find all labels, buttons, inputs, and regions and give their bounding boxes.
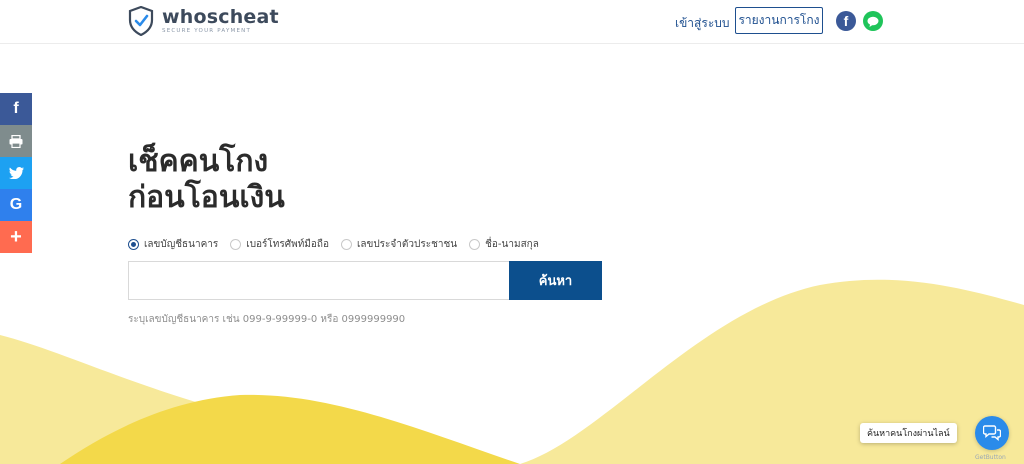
search-button[interactable]: ค้นหา — [509, 261, 602, 300]
radio-label: เลขบัญชีธนาคาร — [144, 239, 219, 250]
facebook-icon[interactable]: f — [836, 11, 856, 31]
search-input[interactable] — [128, 261, 510, 300]
share-more-plus-icon[interactable]: + — [0, 221, 32, 253]
background-waves — [0, 279, 1024, 464]
hero-title-line-1: เช็คคนโกง — [128, 144, 269, 179]
chat-widget-label[interactable]: ค้นหาคนโกงผ่านไลน์ — [860, 423, 957, 443]
radio-dot[interactable] — [340, 239, 352, 250]
radio-label: เบอร์โทรศัพท์มือถือ — [246, 239, 329, 250]
radio-full-name[interactable]: ชื่อ-นามสกุล — [469, 237, 539, 252]
line-icon[interactable] — [863, 11, 883, 31]
shield-check-icon — [128, 6, 154, 36]
radio-phone-number[interactable]: เบอร์โทรศัพท์มือถือ — [230, 237, 329, 252]
logo-tagline: SECURE YOUR PAYMENT — [162, 28, 252, 34]
share-bar: f G + — [0, 93, 32, 253]
radio-label: ชื่อ-นามสกุล — [485, 239, 539, 250]
search-hint: ระบุเลขบัญชีธนาคาร เช่น 099-9-99999-0 หร… — [128, 314, 406, 325]
print-icon — [9, 134, 23, 148]
getbutton-brand: GetButton — [975, 454, 1006, 461]
report-fraud-button[interactable]: รายงานการโกง — [735, 7, 823, 34]
hero-title: เช็คคนโกง ก่อนโอนเงิน — [128, 144, 285, 216]
radio-bank-account[interactable]: เลขบัญชีธนาคาร — [128, 237, 218, 252]
radio-national-id[interactable]: เลขประจำตัวประชาชน — [340, 237, 458, 252]
hero-title-line-2: ก่อนโอนเงิน — [128, 180, 285, 215]
share-facebook-icon[interactable]: f — [0, 93, 32, 125]
share-google-icon[interactable]: G — [0, 189, 32, 221]
share-twitter-icon[interactable] — [0, 157, 32, 189]
logo-name: whoscheat — [162, 6, 279, 28]
chat-bubbles-icon — [983, 425, 1001, 441]
line-bubble-icon — [867, 16, 879, 27]
radio-label: เลขประจำตัวประชาชน — [356, 239, 458, 250]
radio-dot[interactable] — [469, 239, 481, 250]
share-print-icon[interactable] — [0, 125, 32, 157]
radio-dot[interactable] — [230, 239, 242, 250]
chat-button[interactable] — [975, 416, 1009, 450]
page: whoscheat SECURE YOUR PAYMENT เข้าสู่ระบ… — [0, 0, 1024, 464]
search-type-radio-group: เลขบัญชีธนาคาร เบอร์โทรศัพท์มือถือ เลขปร… — [128, 237, 551, 252]
twitter-bird-icon — [8, 167, 24, 179]
site-header: whoscheat SECURE YOUR PAYMENT เข้าสู่ระบ… — [0, 0, 1024, 44]
login-link[interactable]: เข้าสู่ระบบ — [675, 14, 730, 33]
logo[interactable]: whoscheat SECURE YOUR PAYMENT — [128, 6, 279, 36]
radio-dot-checked[interactable] — [128, 239, 139, 250]
